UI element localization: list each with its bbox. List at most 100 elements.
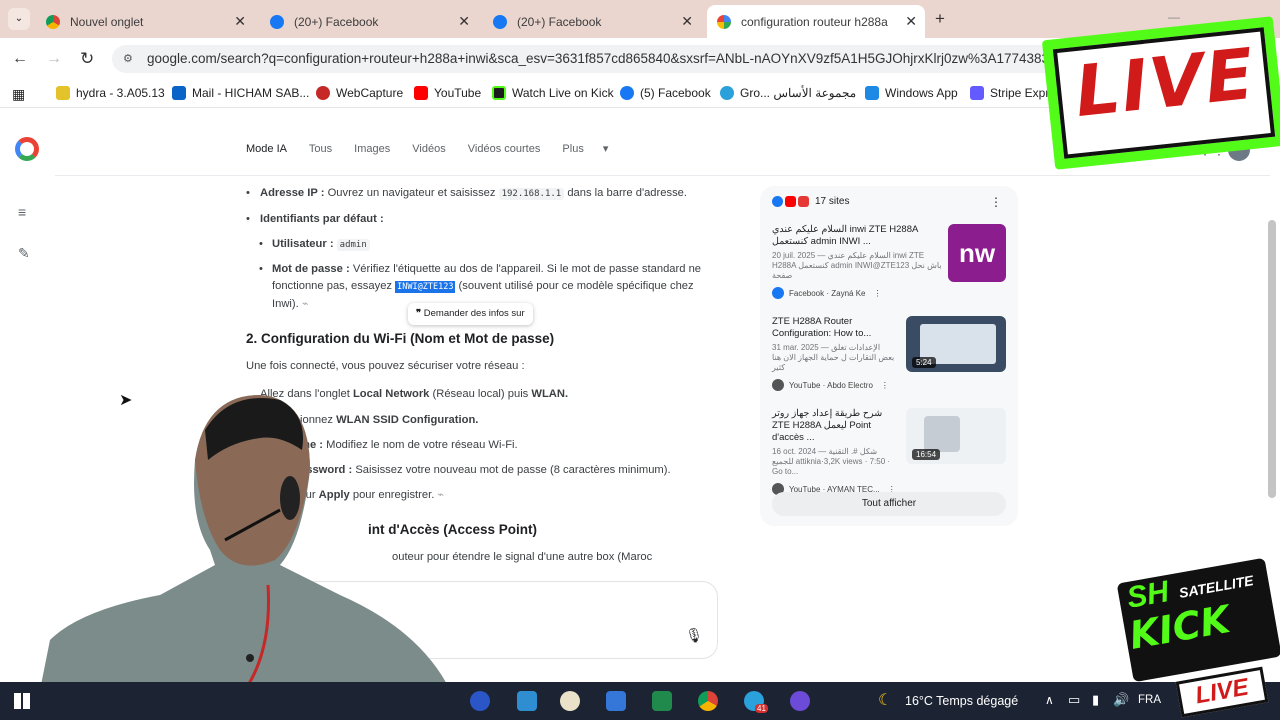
video-thumbnail[interactable]: 16:54	[906, 408, 1006, 464]
new-tab-button[interactable]: +	[935, 9, 945, 29]
youtube-icon	[414, 86, 428, 100]
file-app-icon[interactable]	[652, 691, 672, 711]
history-icon[interactable]: ≡	[18, 204, 26, 220]
bookmark-facebook[interactable]: (5) Facebook	[620, 86, 711, 100]
tab-search-icon[interactable]: ⌄	[8, 8, 30, 30]
bot-app-icon[interactable]	[790, 691, 810, 711]
kick-icon	[492, 86, 506, 100]
more-options-icon[interactable]: ⋮	[873, 289, 881, 298]
bookmark-label: Windows App	[885, 86, 958, 100]
source-by: Facebook · Zayná Ke	[789, 288, 866, 298]
windows-icon	[865, 86, 879, 100]
tab-mode-ia[interactable]: Mode IA	[246, 143, 287, 155]
pass-code-highlight[interactable]: INWI@ZTE123	[395, 281, 456, 293]
show-all-button[interactable]: Tout afficher	[772, 492, 1006, 516]
close-icon[interactable]: ✕	[458, 13, 470, 30]
bookmark-label: YouTube	[434, 86, 482, 100]
facebook-icon	[270, 14, 284, 29]
google-logo-icon[interactable]	[15, 137, 39, 161]
bookmark-hydra[interactable]: hydra - 3.A05.13	[56, 86, 165, 100]
tab-videos-courtes[interactable]: Vidéos courtes	[468, 143, 541, 155]
user-code: admin	[336, 239, 370, 251]
tab-plus[interactable]: Plus	[562, 143, 583, 155]
source-thumbnail[interactable]: nw	[948, 224, 1006, 282]
source-title[interactable]: ZTE H288A Router Configuration: How to..…	[772, 316, 897, 340]
bookmark-windows-app[interactable]: Windows App	[865, 86, 958, 100]
tray-chevron-icon[interactable]: ∧	[1045, 693, 1054, 707]
more-options-icon[interactable]: ⋮	[881, 381, 889, 390]
ip-text: Ouvrez un navigateur et saisissez	[327, 187, 496, 199]
tab-google-search[interactable]: configuration routeur h288a in ✕	[707, 5, 925, 38]
live-badge: LIVE	[1041, 16, 1280, 170]
close-icon[interactable]: ✕	[905, 13, 917, 30]
apps-icon[interactable]: ▦	[12, 86, 25, 103]
link-icon[interactable]: ⌁	[302, 298, 309, 310]
language-indicator[interactable]: FRA	[1138, 694, 1161, 706]
source-desc: 31 mar. 2025 — الإعدادات تغلق بعض التقار…	[772, 343, 895, 372]
sources-header: 17 sites	[772, 196, 849, 207]
weather-text[interactable]: 16°C Temps dégagé	[905, 694, 1018, 708]
hydra-icon	[56, 86, 70, 100]
scrollbar[interactable]	[1268, 220, 1276, 498]
more-options-icon[interactable]: ⋮	[990, 195, 1002, 209]
video-duration: 16:54	[912, 449, 941, 460]
tab-facebook-2[interactable]: (20+) Facebook ✕	[483, 5, 701, 38]
close-icon[interactable]: ✕	[681, 13, 693, 30]
tab-facebook-1[interactable]: (20+) Facebook ✕	[260, 5, 478, 38]
bookmark-label: hydra - 3.A05.13	[76, 86, 165, 100]
source-desc: 16 oct. 2024 — شكل #. التقنية للجميع att…	[772, 447, 891, 476]
tab-label: Nouvel onglet	[70, 14, 144, 29]
sources-panel: 17 sites ⋮ السلام عليكم عندي inwi ZTE H2…	[760, 186, 1018, 526]
chrome-taskbar-icon[interactable]	[698, 691, 718, 711]
network-app-icon[interactable]	[517, 691, 537, 711]
telegram-icon	[720, 86, 734, 100]
volume-icon[interactable]: 🔊	[1113, 692, 1129, 708]
bookmark-label: WebCapture	[336, 86, 404, 100]
source-title[interactable]: السلام عليكم عندي inwi ZTE H288A كنستعمل…	[772, 224, 944, 248]
ask-tooltip[interactable]: ❞ Demander des infos sur	[408, 303, 533, 325]
minimize-icon[interactable]: —	[1168, 10, 1180, 24]
microphone-icon[interactable]: ▮	[1092, 692, 1099, 708]
back-icon[interactable]: ←	[12, 50, 28, 68]
video-thumbnail[interactable]: 5:24	[906, 316, 1006, 372]
bookmark-label: (5) Facebook	[640, 86, 711, 100]
webcapture-icon	[316, 86, 330, 100]
video-duration: 5:24	[912, 357, 936, 368]
network-icon[interactable]: ▭	[1068, 692, 1080, 708]
bookmark-youtube[interactable]: YouTube	[414, 86, 481, 100]
tab-strip: ⌄ Nouvel onglet ✕ (20+) Facebook ✕ (20+)…	[0, 0, 1280, 38]
source-desc: 20 juil. 2025 — السلام عليكم عندي inwi Z…	[772, 251, 942, 280]
bookmark-mail[interactable]: Mail - HICHAM SAB...	[172, 86, 309, 100]
bookmark-kick[interactable]: Watch Live on Kick	[492, 86, 614, 100]
close-icon[interactable]: ✕	[234, 13, 246, 30]
taskbar	[0, 682, 1280, 720]
search-nav: Mode IA Tous Images Vidéos Vidéos courte…	[246, 142, 627, 155]
google-icon	[717, 14, 731, 29]
tab-images[interactable]: Images	[354, 143, 390, 155]
microphone-icon[interactable]: 🎙	[685, 627, 703, 644]
chrome-icon	[46, 14, 60, 29]
bookmark-label: Mail - HICHAM SAB...	[192, 86, 310, 100]
bookmark-group[interactable]: Gro... مجموعة الأساس	[720, 86, 856, 100]
bookmark-label: Watch Live on Kick	[512, 86, 614, 100]
paint-icon[interactable]	[560, 691, 580, 711]
tab-tous[interactable]: Tous	[309, 143, 332, 155]
address-bar[interactable]: ⚙ google.com/search?q=configuration+rout…	[112, 45, 1072, 73]
calculator-icon[interactable]	[606, 691, 626, 711]
bookmark-webcapture[interactable]: WebCapture	[316, 86, 403, 100]
outlook-icon	[172, 86, 186, 100]
forward-icon[interactable]: →	[46, 50, 62, 68]
tab-nouvel-onglet[interactable]: Nouvel onglet ✕	[36, 5, 254, 38]
tab-videos[interactable]: Vidéos	[412, 143, 445, 155]
start-icon[interactable]	[14, 693, 30, 709]
site-info-icon[interactable]: ⚙	[123, 45, 133, 73]
new-chat-icon[interactable]: ✎	[18, 245, 30, 262]
youtube-icon	[785, 196, 796, 207]
section-2-title: 2. Configuration du Wi-Fi (Nom et Mot de…	[246, 331, 555, 346]
chrome-icon[interactable]	[470, 691, 490, 711]
ip-text-after: dans la barre d'adresse.	[567, 187, 687, 199]
source-title[interactable]: شرح طريقة إعداد جهاز روتر ZTE H288A ليعم…	[772, 408, 900, 444]
weather-icon: ☾	[878, 692, 893, 709]
tooltip-label: Demander des infos sur	[423, 308, 525, 319]
reload-icon[interactable]: ↻	[80, 49, 94, 69]
